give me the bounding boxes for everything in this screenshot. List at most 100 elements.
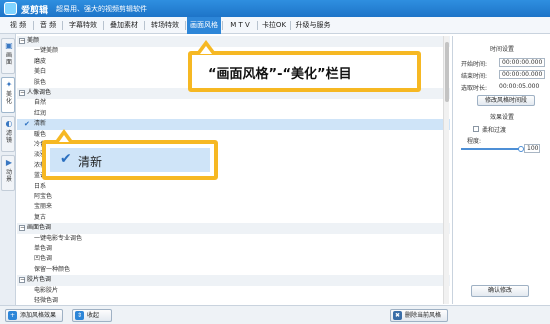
callout-item-text: 清新: [78, 155, 103, 169]
modify-time-button[interactable]: 修改风格时间段: [477, 95, 535, 106]
left-tab-label: 美化: [5, 91, 12, 105]
list-scrollbar[interactable]: [443, 36, 449, 304]
list-item-label: 阿宝色: [34, 193, 53, 200]
list-item[interactable]: 凹色调: [17, 254, 450, 265]
menu-separator: [257, 21, 258, 30]
collapse-icon[interactable]: −: [19, 38, 25, 44]
settings-panel: 时间设置 开始时间: 00:00:00.000 结束时间: 00:00:00.0…: [452, 36, 550, 304]
list-item-label: 日系: [34, 182, 47, 190]
delete-style-label: 删除当前风格: [405, 312, 442, 319]
collapse-icon[interactable]: −: [19, 277, 25, 284]
menu-item[interactable]: M T V: [224, 17, 256, 34]
list-item-label: 一键电影专业调色: [34, 234, 83, 242]
app-slogan: 超易用、强大的视频剪辑软件: [56, 5, 147, 13]
end-time-label: 结束时间:: [461, 73, 488, 80]
list-item-label: 肤色: [34, 78, 47, 86]
list-item[interactable]: 自然: [17, 98, 450, 109]
list-item[interactable]: 复古: [17, 213, 450, 224]
list-item[interactable]: 阿宝色: [17, 192, 450, 203]
collapse-icon[interactable]: −: [19, 90, 25, 96]
duration-value: 00:00:05.000: [499, 83, 540, 90]
list-item-label: 电影胶片: [34, 286, 59, 294]
delete-style-button[interactable]: ✖ 删除当前风格: [390, 309, 448, 322]
time-settings-title: 时间设置: [489, 46, 514, 53]
menu-separator: [290, 21, 291, 30]
degree-label: 程度:: [467, 138, 482, 145]
sparkle-icon: ✦: [5, 80, 13, 89]
menu-item[interactable]: 叠加素材: [105, 17, 143, 34]
left-tab[interactable]: ▶ 动景: [1, 155, 15, 191]
fade-checkbox[interactable]: [473, 126, 479, 132]
add-style-label: 添加风格效果: [20, 312, 57, 319]
list-item-label: 美颜: [27, 37, 40, 44]
picture-icon: ▣: [5, 41, 13, 50]
callout-top-text: “画面风格”-“美化”栏目: [208, 67, 352, 82]
left-tab-label: 滤镜: [5, 130, 12, 144]
start-time-label: 开始时间:: [461, 61, 488, 68]
fade-label: 柔和过渡: [482, 127, 507, 134]
degree-input[interactable]: 100: [524, 144, 540, 153]
menu-item[interactable]: 升级与服务: [292, 17, 334, 34]
list-item-label: 保留一种颜色: [34, 265, 71, 273]
list-item-label: 红润: [34, 109, 47, 117]
title-bar: 爱剪辑 超易用、强大的视频剪辑软件: [0, 0, 550, 17]
menu-separator: [103, 21, 104, 30]
add-icon: +: [8, 311, 17, 320]
callout-item-highlight: ✔ 清新: [50, 148, 210, 172]
list-item-label: 凹色调: [34, 255, 53, 263]
menu-separator: [185, 21, 186, 30]
list-item[interactable]: 保留一种颜色: [17, 265, 450, 276]
menu-item[interactable]: 音 频: [35, 17, 61, 34]
menu-item[interactable]: 字幕特效: [64, 17, 102, 34]
callout-top: “画面风格”-“美化”栏目: [188, 51, 421, 92]
delete-icon: ✖: [393, 311, 402, 320]
start-time-field[interactable]: 00:00:00.000: [499, 58, 545, 67]
menu-separator: [144, 21, 145, 30]
list-item[interactable]: 电影胶片: [17, 286, 450, 297]
slider-track[interactable]: [461, 148, 521, 150]
check-icon: ✔: [60, 151, 72, 167]
left-tab[interactable]: ✦ 美化: [1, 77, 15, 113]
left-tab[interactable]: ◐ 滤镜: [1, 116, 15, 152]
menu-separator: [33, 21, 34, 30]
list-item-label: 复古: [34, 213, 47, 221]
duration-label: 选取时长:: [461, 85, 488, 92]
menu-item[interactable]: 视 频: [4, 17, 32, 34]
list-item[interactable]: 红润: [17, 109, 450, 120]
collapse-button[interactable]: ⇕ 收起: [72, 309, 112, 322]
list-item[interactable]: 一键电影专业调色: [17, 234, 450, 245]
list-item-label: 一键美颜: [34, 47, 59, 55]
list-category[interactable]: − 美颜: [17, 36, 450, 47]
list-category[interactable]: − 胶片色调: [17, 275, 450, 286]
list-item-label: 暖色: [34, 130, 47, 138]
scrollbar-thumb[interactable]: [445, 42, 449, 102]
menu-item[interactable]: 画面风格: [187, 17, 221, 34]
collapse-icon[interactable]: −: [19, 225, 25, 232]
add-style-button[interactable]: + 添加风格效果: [5, 309, 63, 322]
list-item[interactable]: 宝丽来: [17, 202, 450, 213]
list-item-label: 宝丽来: [34, 203, 53, 211]
list-item-label: 画面色调: [27, 224, 52, 232]
list-item[interactable]: 单色调: [17, 244, 450, 255]
list-item[interactable]: 暖色: [17, 130, 450, 141]
menu-item[interactable]: 转场特效: [146, 17, 184, 34]
end-time-field[interactable]: 00:00:00.000: [499, 70, 545, 79]
list-item-label: 清新: [34, 120, 47, 128]
menu-item[interactable]: 卡拉OK: [259, 17, 289, 34]
list-item-label: 自然: [34, 99, 47, 107]
callout-top-arrow-inner: [200, 46, 212, 54]
bottom-toolbar: + 添加风格效果 ⇕ 收起 ✖ 删除当前风格: [0, 305, 550, 324]
confirm-button[interactable]: 确认修改: [471, 285, 529, 297]
left-tab-label: 动景: [5, 169, 12, 183]
left-tab-label: 画面: [5, 52, 12, 66]
list-item-label: 磨皮: [34, 57, 47, 65]
list-category[interactable]: − 画面色调: [17, 223, 450, 234]
callout-item: ✔ 清新: [42, 140, 218, 180]
app-logo-icon: [4, 2, 17, 15]
list-item-label: 单色调: [34, 245, 53, 252]
filter-icon: ◐: [5, 119, 13, 128]
app-name: 爱剪辑: [21, 6, 49, 16]
list-item[interactable]: ✔ 清新: [17, 119, 450, 130]
left-tab[interactable]: ▣ 画面: [1, 38, 15, 74]
list-item[interactable]: 日系: [17, 182, 450, 193]
